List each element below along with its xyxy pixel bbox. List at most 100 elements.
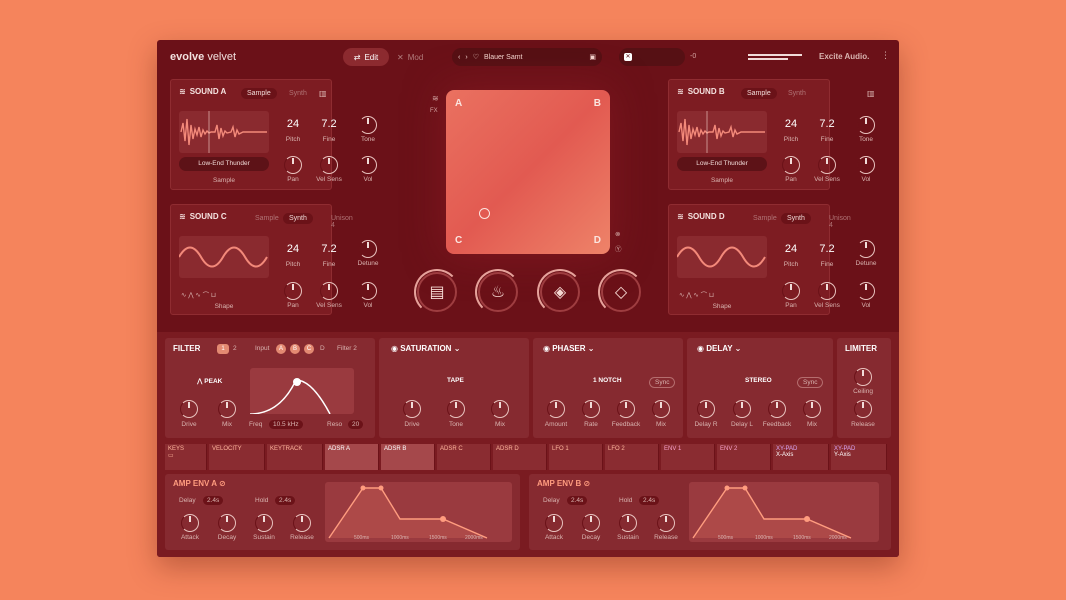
filter-1-button[interactable]: 1	[217, 344, 229, 354]
decay-knob[interactable]	[582, 514, 600, 532]
pan-knob[interactable]	[782, 282, 800, 300]
fine-value[interactable]: 7.2	[309, 243, 349, 255]
mod-tab-keytrack[interactable]: KEYTRACK	[267, 444, 323, 470]
saturation-title[interactable]: ◉ SATURATION ⌄	[391, 344, 460, 353]
mod-button[interactable]: ✕ Mod	[397, 48, 433, 66]
edit-button[interactable]: ⇄ Edit	[343, 48, 389, 66]
heart-icon[interactable]: ♡	[473, 53, 479, 61]
attack-knob[interactable]	[181, 514, 199, 532]
sample-waveform[interactable]	[179, 111, 269, 153]
input-d-button[interactable]: D	[320, 345, 325, 352]
x-axis-toggle-icon[interactable]: ⊗	[615, 230, 620, 238]
input-b-button[interactable]: B	[290, 344, 300, 354]
delay-value[interactable]: 2.4s	[567, 496, 588, 505]
mix-knob[interactable]	[218, 400, 236, 418]
sound-a-macro-icon[interactable]: ▤	[414, 269, 460, 315]
release-knob[interactable]	[293, 514, 311, 532]
tone-knob[interactable]	[359, 116, 377, 134]
rate-knob[interactable]	[582, 400, 600, 418]
fine-value[interactable]: 7.2	[309, 118, 349, 130]
fine-value[interactable]: 7.2	[807, 118, 847, 130]
link-icon[interactable]: ⊘	[584, 479, 591, 488]
drive-knob[interactable]	[403, 400, 421, 418]
flame-macro-icon[interactable]: ♨	[475, 269, 521, 315]
phaser-mode[interactable]: 1 NOTCH	[593, 377, 622, 384]
detune-knob[interactable]	[359, 240, 377, 258]
feedback-knob[interactable]	[617, 400, 635, 418]
delay-l-knob[interactable]	[733, 400, 751, 418]
tone-knob[interactable]	[857, 116, 875, 134]
pan-knob[interactable]	[284, 156, 302, 174]
layers-toggle-icon[interactable]: ≋	[432, 94, 439, 103]
xy-cursor[interactable]	[479, 208, 490, 219]
attack-knob[interactable]	[545, 514, 563, 532]
filter-2-button[interactable]: 2	[233, 345, 237, 352]
release-knob[interactable]	[657, 514, 675, 532]
sustain-knob[interactable]	[619, 514, 637, 532]
sample-name[interactable]: Low-End Thunder	[179, 157, 269, 171]
save-icon[interactable]: ▣	[589, 53, 596, 61]
power-icon[interactable]: ◉	[391, 344, 400, 353]
amount-knob[interactable]	[547, 400, 565, 418]
decay-knob[interactable]	[218, 514, 236, 532]
stack-macro-icon[interactable]: ◇	[598, 269, 644, 315]
pitch-value[interactable]: 24	[273, 243, 313, 255]
tab-synth[interactable]: Synth	[283, 88, 313, 99]
input-a-button[interactable]: A	[276, 344, 286, 354]
sustain-knob[interactable]	[255, 514, 273, 532]
mod-tab-velocity[interactable]: VELOCITY	[209, 444, 265, 470]
pitch-value[interactable]: 24	[771, 118, 811, 130]
mod-tab-adsr-c[interactable]: ADSR C	[437, 444, 491, 470]
mod-tab-adsr-a[interactable]: ADSR A	[325, 444, 379, 470]
filter-curve[interactable]	[249, 368, 354, 415]
link-icon[interactable]: ⊘	[219, 479, 226, 488]
next-icon[interactable]: ›	[465, 54, 467, 61]
mod-tab-xy-pad-x[interactable]: XY-PAD X-Axis	[773, 444, 829, 470]
tab-sample[interactable]: Sample	[249, 213, 285, 224]
mix-knob[interactable]	[803, 400, 821, 418]
unison-select[interactable]: Unison 4	[325, 213, 359, 231]
fine-value[interactable]: 7.2	[807, 243, 847, 255]
hold-value[interactable]: 2.4s	[275, 496, 296, 505]
power-icon[interactable]: ◉	[543, 344, 552, 353]
tab-sample[interactable]: Sample	[741, 88, 777, 99]
layers-macro-icon[interactable]: ◈	[537, 269, 583, 315]
tab-sample[interactable]: Sample	[747, 213, 783, 224]
preset-browser[interactable]: ‹ › ♡ Blauer Samt ▣	[452, 48, 602, 66]
mix-knob[interactable]	[652, 400, 670, 418]
vel-sens-knob[interactable]	[818, 156, 836, 174]
macro-slider[interactable]: ✕	[619, 48, 685, 66]
prev-icon[interactable]: ‹	[458, 54, 460, 61]
menu-icon[interactable]: ⋮	[881, 50, 890, 61]
feedback-knob[interactable]	[768, 400, 786, 418]
synth-waveform[interactable]	[677, 236, 767, 278]
shape-selector[interactable]: ∿ ⋀ ∿ ⌒ ⊔	[181, 289, 216, 299]
fx-toggle[interactable]: FX	[430, 108, 438, 114]
ceiling-knob[interactable]	[854, 368, 872, 386]
tab-sample[interactable]: Sample	[241, 88, 277, 99]
drive-knob[interactable]	[180, 400, 198, 418]
pitch-value[interactable]: 24	[273, 118, 313, 130]
saturation-mode[interactable]: TAPE	[447, 377, 464, 384]
power-icon[interactable]: ◉	[697, 344, 706, 353]
input-c-button[interactable]: C	[304, 344, 314, 354]
vel-sens-knob[interactable]	[320, 156, 338, 174]
detune-knob[interactable]	[857, 240, 875, 258]
vel-sens-knob[interactable]	[818, 282, 836, 300]
delay-title[interactable]: ◉ DELAY ⌄	[697, 344, 741, 353]
piano-icon[interactable]: ▥	[867, 89, 875, 98]
sync-button[interactable]: Sync	[649, 377, 676, 388]
release-knob[interactable]	[854, 400, 872, 418]
vol-knob[interactable]	[857, 156, 875, 174]
sample-waveform[interactable]	[677, 111, 767, 153]
envelope-graph[interactable]	[325, 482, 512, 542]
filter-type-select[interactable]: Filter 2	[337, 345, 357, 352]
vol-knob[interactable]	[359, 282, 377, 300]
mod-tab-lfo-2[interactable]: LFO 2	[605, 444, 659, 470]
mix-knob[interactable]	[491, 400, 509, 418]
vel-sens-knob[interactable]	[320, 282, 338, 300]
vol-knob[interactable]	[857, 282, 875, 300]
freq-value[interactable]: 10.5 kHz	[269, 420, 303, 429]
mod-tab-env-2[interactable]: ENV 2	[717, 444, 771, 470]
pitch-value[interactable]: 24	[771, 243, 811, 255]
